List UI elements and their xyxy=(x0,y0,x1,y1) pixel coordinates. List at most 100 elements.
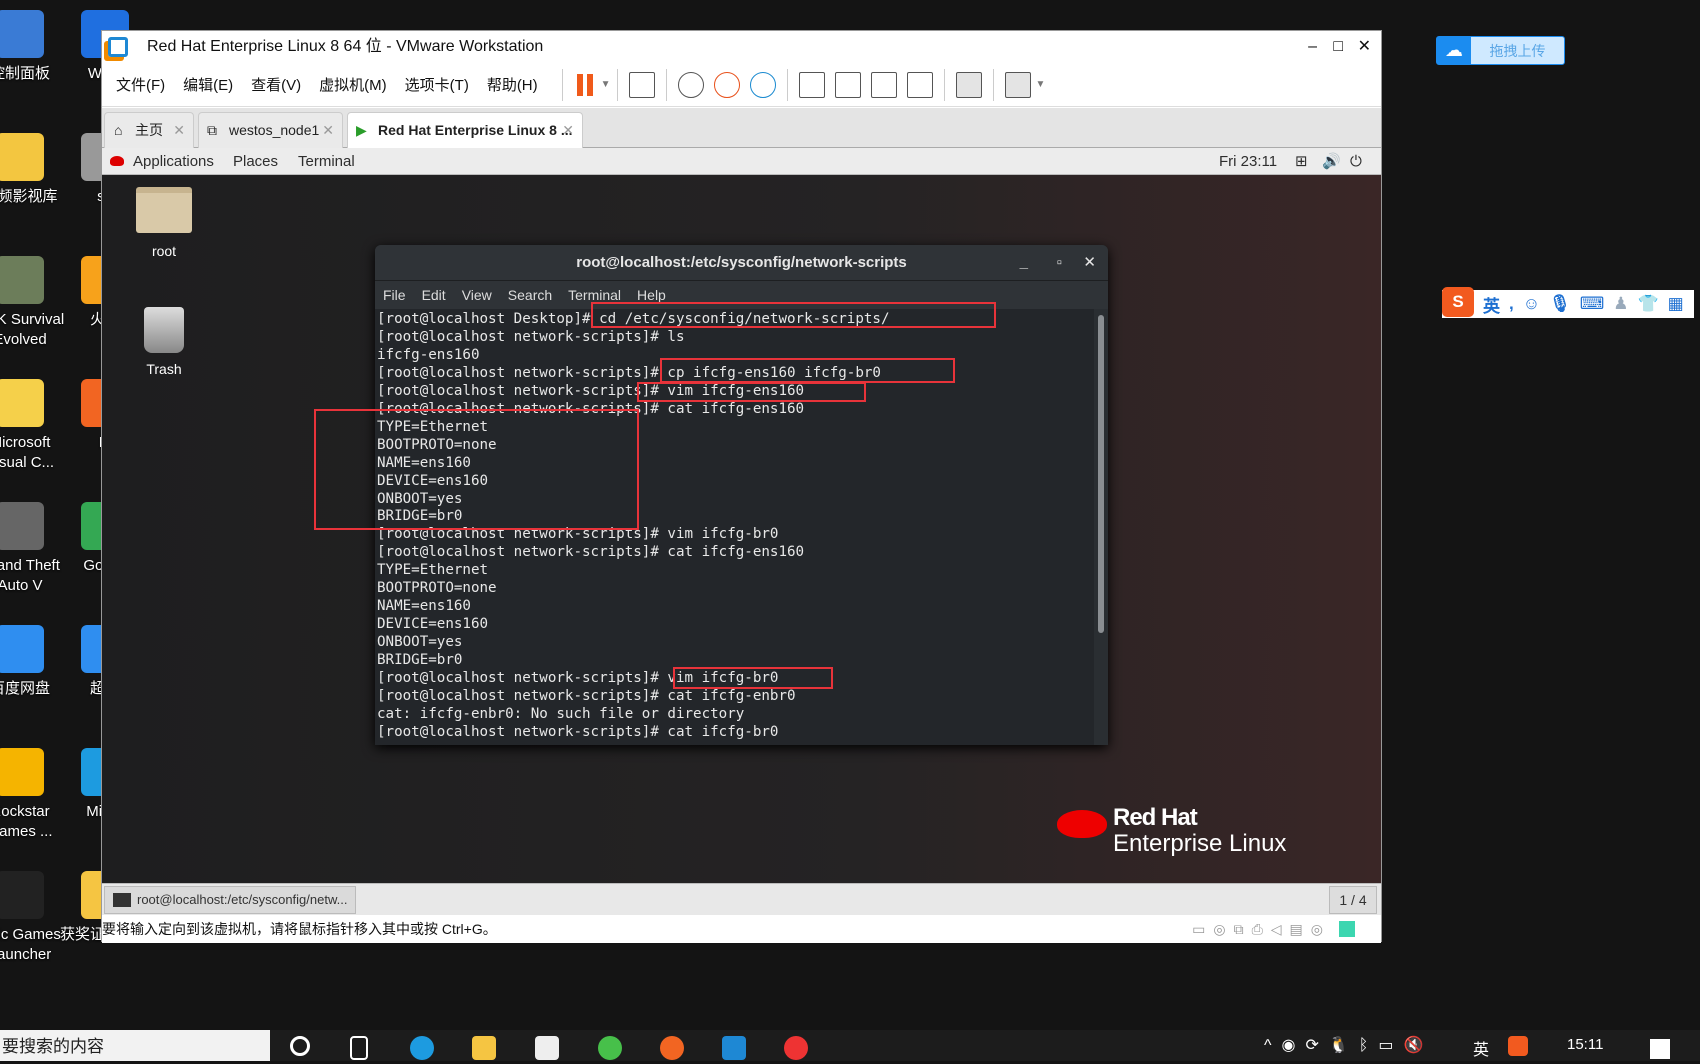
volume-icon[interactable]: 🔊 xyxy=(1322,148,1341,175)
taskbar-terminal-item[interactable]: root@localhost:/etc/sysconfig/netw... xyxy=(104,886,356,914)
close-button[interactable]: ✕ xyxy=(1358,31,1371,63)
trash[interactable]: Trash xyxy=(124,307,204,377)
edge-icon[interactable] xyxy=(410,1036,434,1060)
emoji-icon[interactable]: ☺ xyxy=(1523,294,1540,314)
snapshot-manager-icon[interactable] xyxy=(749,71,776,98)
tab-westos-node1[interactable]: ⧉ westos_node1 ✕ xyxy=(198,112,343,148)
terminal-line: [root@localhost network-scripts]# cat if… xyxy=(377,723,779,740)
menu-terminal[interactable]: Terminal xyxy=(568,287,621,303)
terminal-line: DEVICE=ens160 xyxy=(377,616,489,633)
power-icon[interactable]: ⏻ xyxy=(1350,148,1362,175)
menu-toolbar: 文件(F) 编辑(E) 查看(V) 虚拟机(M) 选项卡(T) 帮助(H) ▼ … xyxy=(102,63,1381,107)
window-title: Red Hat Enterprise Linux 8 64 位 - VMware… xyxy=(147,38,544,55)
search-box[interactable]: 要搜索的内容 xyxy=(0,1030,270,1061)
maximize-button[interactable]: ▫ xyxy=(1057,245,1062,281)
terminal-line: [root@localhost network-scripts]# cat if… xyxy=(377,688,796,705)
menu-edit[interactable]: Edit xyxy=(422,287,446,303)
menu-edit[interactable]: 编辑(E) xyxy=(183,74,233,95)
sidebar-icon[interactable] xyxy=(798,71,825,98)
menu-view[interactable]: View xyxy=(462,287,492,303)
vmware-logo-icon xyxy=(108,37,128,57)
device-icons[interactable]: ▭◎⧉⎙◁▤◎ xyxy=(1192,915,1331,943)
close-tab-icon[interactable]: ✕ xyxy=(173,113,185,147)
annotation-box xyxy=(637,382,866,402)
menu-file[interactable]: File xyxy=(383,287,406,303)
cortana-icon[interactable] xyxy=(290,1036,310,1056)
punctuation-icon[interactable]: , xyxy=(1509,294,1514,314)
terminal-menu[interactable]: Terminal xyxy=(298,148,355,175)
user-icon[interactable]: ♟ xyxy=(1613,294,1628,314)
ime-indicator[interactable]: 英 xyxy=(1473,1036,1489,1060)
tab-home[interactable]: ⌂ 主页 ✕ xyxy=(104,112,194,148)
minimize-button[interactable]: _ xyxy=(1020,245,1028,281)
terminal-scrollbar[interactable] xyxy=(1098,315,1104,633)
root-folder[interactable]: root xyxy=(124,187,204,259)
search-placeholder: 要搜索的内容 xyxy=(2,1037,104,1056)
terminal-title-bar: root@localhost:/etc/sysconfig/network-sc… xyxy=(375,245,1108,281)
sogou-ime-toolbar[interactable]: S 英 , ☺ 🎙 ⌨ ♟ 👕 ▦ xyxy=(1442,287,1694,318)
skin-icon[interactable]: 👕 xyxy=(1637,294,1658,314)
folder-icon xyxy=(136,187,192,233)
firefox-icon[interactable] xyxy=(660,1036,684,1060)
close-tab-icon[interactable]: ✕ xyxy=(322,113,334,147)
pause-icon[interactable] xyxy=(576,73,593,96)
app-icon xyxy=(0,10,44,58)
snapshot-icon[interactable] xyxy=(677,71,704,98)
thumbnail-bar-icon[interactable] xyxy=(834,71,861,98)
close-button[interactable]: ✕ xyxy=(1083,245,1096,281)
store-icon[interactable] xyxy=(535,1036,559,1060)
close-tab-icon[interactable]: ✕ xyxy=(562,113,574,147)
tray-icons[interactable]: ^◉⟳🐧ᛒ▭🔇 xyxy=(1264,1035,1433,1055)
grid-icon[interactable]: ▦ xyxy=(1668,294,1684,314)
taskbar-clock[interactable]: 15:11 xyxy=(1567,1036,1603,1053)
dropdown-icon[interactable]: ▼ xyxy=(601,79,611,90)
menu-file[interactable]: 文件(F) xyxy=(116,74,165,95)
browser-icon[interactable] xyxy=(598,1036,622,1060)
menu-tabs[interactable]: 选项卡(T) xyxy=(405,74,469,95)
send-ctrl-alt-del-icon[interactable] xyxy=(628,71,655,98)
app-icon[interactable] xyxy=(784,1036,808,1060)
baidu-upload-button[interactable]: ☁ 拖拽上传 xyxy=(1436,36,1565,65)
file-explorer-icon[interactable] xyxy=(472,1036,496,1060)
tab-rhel8[interactable]: ▶ Red Hat Enterprise Linux 8 ... ✕ xyxy=(347,112,583,148)
menu-help[interactable]: 帮助(H) xyxy=(487,74,538,95)
places-menu[interactable]: Places xyxy=(233,148,278,175)
message-icon[interactable] xyxy=(1339,921,1355,937)
terminal-line: TYPE=Ethernet xyxy=(377,562,489,579)
terminal-line: [root@localhost network-scripts]# ls xyxy=(377,328,685,345)
stretch-icon[interactable] xyxy=(1004,71,1031,98)
upload-label: 拖拽上传 xyxy=(1489,42,1546,59)
terminal-title: root@localhost:/etc/sysconfig/network-sc… xyxy=(576,254,907,271)
applications-menu[interactable]: Applications xyxy=(133,148,214,175)
maximize-button[interactable]: □ xyxy=(1333,31,1343,63)
redhat-hat-icon xyxy=(1057,810,1107,838)
menu-search[interactable]: Search xyxy=(508,287,552,303)
menu-vm[interactable]: 虚拟机(M) xyxy=(319,74,387,95)
dropdown-icon[interactable]: ▼ xyxy=(1036,79,1046,90)
terminal-line: [root@localhost network-scripts]# cat if… xyxy=(377,544,805,561)
status-text: 要将输入定向到该虚拟机，请将鼠标指针移入其中或按 Ctrl+G。 xyxy=(102,921,497,937)
full-screen-icon[interactable] xyxy=(870,71,897,98)
annotation-box xyxy=(660,358,955,383)
revert-snapshot-icon[interactable] xyxy=(713,71,740,98)
minimize-button[interactable]: – xyxy=(1308,31,1317,63)
menu-view[interactable]: 查看(V) xyxy=(251,74,301,95)
task-view-icon[interactable] xyxy=(350,1036,368,1060)
ime-mode[interactable]: 英 xyxy=(1483,292,1500,317)
keyboard-icon[interactable]: ⌨ xyxy=(1580,294,1605,314)
menu-help[interactable]: Help xyxy=(637,287,666,303)
vmware-icon[interactable] xyxy=(722,1036,746,1060)
annotation-box xyxy=(591,302,996,328)
unity-icon[interactable] xyxy=(906,71,933,98)
task-label: root@localhost:/etc/sysconfig/netw... xyxy=(137,892,348,907)
mic-icon[interactable]: 🎙 xyxy=(1549,294,1571,314)
network-icon[interactable]: ⊞ xyxy=(1295,148,1308,175)
notification-icon[interactable] xyxy=(1650,1039,1670,1059)
console-view-icon[interactable] xyxy=(955,71,982,98)
sogou-tray-icon[interactable] xyxy=(1508,1036,1528,1056)
clock[interactable]: Fri 23:11 xyxy=(1219,148,1277,175)
icon-label: root xyxy=(151,243,177,259)
tab-label: Red Hat Enterprise Linux 8 ... xyxy=(378,122,573,138)
workspace-switcher[interactable]: 1 / 4 xyxy=(1329,886,1377,914)
terminal-line: BOOTPROTO=none xyxy=(377,580,497,597)
